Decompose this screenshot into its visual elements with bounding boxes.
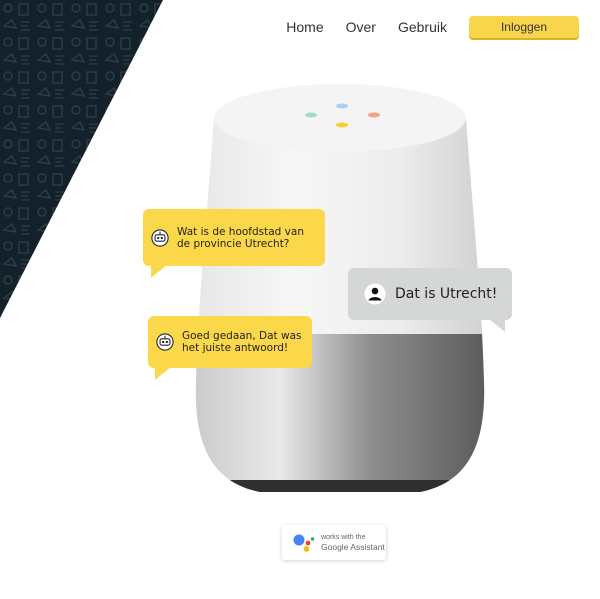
bot-question-line-2: de provincie Utrecht? bbox=[177, 237, 290, 250]
google-assistant-badge[interactable]: works with the Google Assistant bbox=[282, 525, 386, 560]
nav-link-home[interactable]: Home bbox=[286, 19, 323, 35]
nav-link-over[interactable]: Over bbox=[346, 19, 376, 35]
bot-feedback-bubble: Goed gedaan, Dat was het juiste antwoord… bbox=[148, 316, 312, 380]
robot-icon bbox=[156, 333, 174, 351]
bot-feedback-line-2: het juiste antwoord! bbox=[182, 342, 289, 354]
user-answer-bubble: Dat is Utrecht! bbox=[348, 268, 512, 332]
badge-line-2: Google Assistant bbox=[321, 541, 385, 552]
badge-line-1: works with the bbox=[321, 533, 366, 541]
bubble-tail bbox=[151, 265, 167, 278]
bubble-tail bbox=[489, 319, 505, 332]
speaker-light-blue bbox=[336, 103, 348, 109]
top-nav: Home Over Gebruik Inloggen bbox=[286, 16, 579, 38]
bubble-tail bbox=[155, 367, 171, 380]
speaker-light-yellow bbox=[336, 122, 348, 128]
bot-question-line-1: Wat is de hoofdstad van bbox=[177, 225, 304, 238]
speaker-light-red bbox=[368, 112, 380, 118]
login-button[interactable]: Inloggen bbox=[469, 16, 579, 38]
bot-feedback-line-1: Goed gedaan, Dat was bbox=[182, 330, 302, 342]
user-icon bbox=[364, 283, 386, 305]
google-assistant-icon bbox=[293, 534, 315, 552]
speaker-light-green bbox=[305, 112, 317, 118]
robot-icon bbox=[151, 228, 169, 247]
nav-link-gebruik[interactable]: Gebruik bbox=[398, 19, 447, 35]
user-answer-text: Dat is Utrecht! bbox=[395, 286, 498, 302]
bot-question-bubble: Wat is de hoofdstad van de provincie Utr… bbox=[143, 209, 325, 278]
